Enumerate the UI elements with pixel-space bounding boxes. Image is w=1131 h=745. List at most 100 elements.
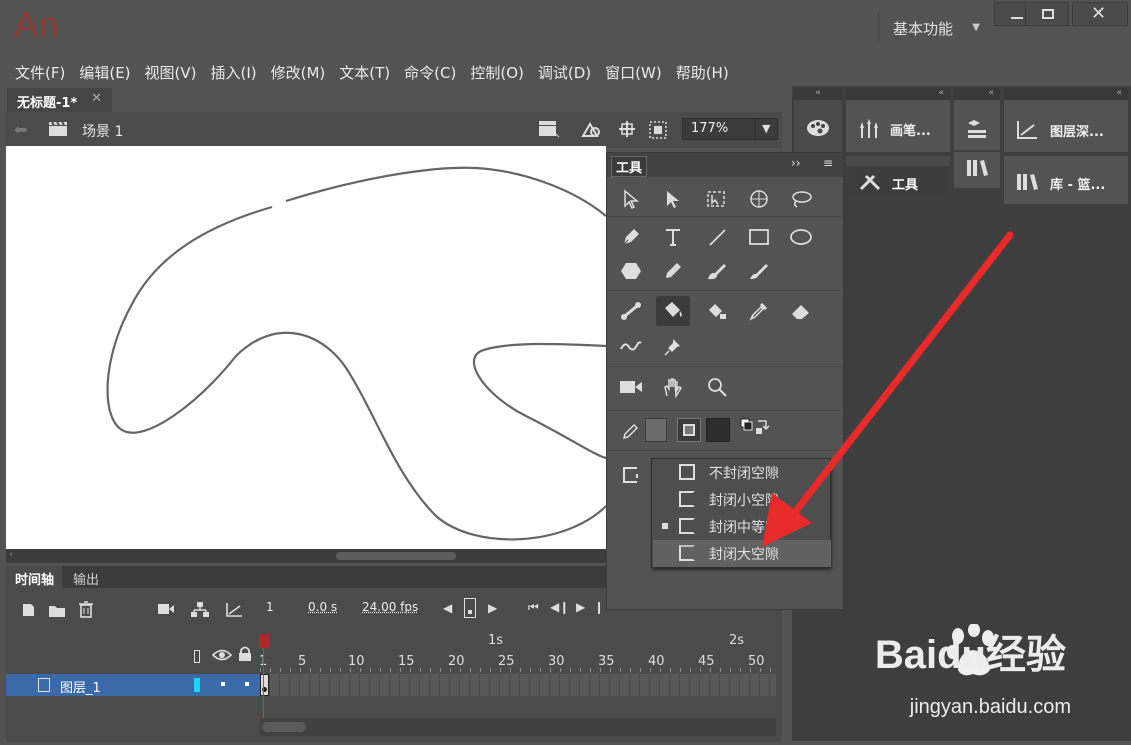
prev-keyframe-icon[interactable]: ◀: [443, 601, 452, 615]
current-time[interactable]: 0.0 s: [308, 600, 337, 614]
paint-brush-tool[interactable]: [702, 256, 732, 286]
subselection-tool[interactable]: [658, 184, 688, 214]
collapse-dock-icon[interactable]: «: [954, 88, 1000, 100]
lock-icon[interactable]: [238, 646, 252, 662]
bone-tool[interactable]: [616, 296, 646, 326]
menu-commands[interactable]: 命令(C): [397, 56, 463, 86]
scroll-left-icon[interactable]: ‹: [9, 549, 13, 560]
layer-name[interactable]: 图层_1: [60, 677, 101, 696]
frame-rate[interactable]: 24.00 fps: [362, 600, 418, 614]
layer-depth-icon: [1016, 120, 1038, 140]
layer-depth-icon[interactable]: [225, 602, 243, 618]
edit-scene-icon[interactable]: [538, 120, 560, 138]
tab-output[interactable]: 输出: [64, 566, 107, 588]
visibility-dot[interactable]: [221, 682, 225, 686]
stroke-color-swatch[interactable]: [645, 418, 667, 442]
width-tool[interactable]: [616, 332, 646, 362]
color-panel-button[interactable]: [794, 100, 842, 154]
collapse-dock-icon[interactable]: «: [846, 88, 950, 100]
menu-text[interactable]: 文本(T): [332, 56, 397, 86]
panel-menu-icon[interactable]: ≡: [823, 156, 833, 170]
menu-view[interactable]: 视图(V): [138, 56, 204, 86]
fill-color-swatch[interactable]: [706, 418, 730, 442]
new-layer-icon[interactable]: [20, 602, 36, 618]
menu-edit[interactable]: 编辑(E): [72, 56, 137, 86]
camera-tool[interactable]: [616, 372, 646, 402]
playhead-handle[interactable]: [259, 634, 269, 648]
zoom-tool[interactable]: [702, 372, 732, 402]
pin-icon: [664, 339, 680, 356]
watermark-url: jingyan.baidu.com: [909, 696, 1071, 718]
pin-tool[interactable]: [658, 332, 688, 362]
trash-icon[interactable]: [78, 601, 94, 618]
back-arrow-icon[interactable]: ⬅: [14, 120, 27, 139]
menu-control[interactable]: 控制(O): [463, 56, 531, 86]
hand-icon: [664, 378, 683, 398]
camera-icon[interactable]: [157, 603, 175, 615]
fill-mode-icon[interactable]: [677, 418, 701, 442]
workspace-switcher[interactable]: 基本功能 ▼: [878, 12, 990, 42]
workspace-label: 基本功能: [893, 20, 954, 38]
outline-toggle-icon[interactable]: [194, 650, 200, 663]
layer-depth-panel-button[interactable]: 图层深...: [1004, 100, 1128, 152]
gap-size-option[interactable]: [616, 460, 646, 490]
menu-debug[interactable]: 调试(D): [531, 56, 598, 86]
menu-file[interactable]: 文件(F): [8, 56, 72, 86]
zoom-select[interactable]: 177% ▼: [682, 118, 778, 140]
step-forward-icon[interactable]: ❙: [594, 600, 604, 614]
stage-horizontal-scrollbar[interactable]: ‹: [6, 549, 606, 563]
library-panel-button[interactable]: 库 - 篮...: [1004, 156, 1128, 204]
free-transform-tool[interactable]: [702, 184, 732, 214]
stage-canvas[interactable]: [6, 146, 606, 549]
next-keyframe-icon[interactable]: ▶: [488, 601, 497, 615]
close-window-button[interactable]: ✕: [1072, 2, 1128, 26]
timeline-hscroll[interactable]: [260, 718, 776, 736]
new-folder-icon[interactable]: [48, 603, 66, 618]
hand-tool[interactable]: [658, 372, 688, 402]
stroke-color-tool[interactable]: [616, 416, 646, 446]
lock-dot[interactable]: [245, 682, 249, 686]
play-icon[interactable]: ▶: [576, 600, 585, 614]
layer-color-swatch[interactable]: [194, 678, 200, 692]
collapse-dock-icon[interactable]: «: [794, 88, 842, 100]
collapse-dock-icon[interactable]: «: [1004, 88, 1128, 100]
menu-window[interactable]: 窗口(W): [598, 56, 669, 86]
ink-bottle-tool[interactable]: [702, 296, 732, 326]
parent-layer-icon[interactable]: [190, 601, 210, 618]
step-back-icon[interactable]: ◀❙: [550, 600, 569, 614]
goto-first-frame-icon[interactable]: ⏮: [528, 600, 539, 615]
brush-panel-button[interactable]: 画笔...: [846, 100, 950, 152]
tab-timeline[interactable]: 时间轴: [6, 566, 63, 588]
3d-rotation-tool[interactable]: [744, 184, 774, 214]
library-mini-button[interactable]: [954, 152, 1000, 188]
center-stage-icon[interactable]: [618, 120, 636, 138]
frame-cells[interactable]: [260, 674, 776, 696]
scrollbar-thumb[interactable]: [336, 552, 456, 560]
line-tool[interactable]: [702, 222, 732, 252]
polystar-tool[interactable]: [616, 256, 646, 286]
paint-bucket-tool[interactable]: [656, 296, 690, 326]
pencil-tool[interactable]: [658, 256, 688, 286]
playhead-line: [263, 648, 264, 720]
selection-tool[interactable]: [616, 184, 646, 214]
insert-keyframe-icon[interactable]: [464, 598, 476, 618]
document-tab[interactable]: 无标题-1* ✕: [7, 88, 112, 112]
eye-icon[interactable]: [212, 648, 232, 662]
close-tab-icon[interactable]: ✕: [91, 91, 102, 106]
tools-panel-header[interactable]: 工具 ›› ≡: [607, 153, 843, 177]
keyframe-1[interactable]: [260, 674, 269, 696]
clip-content-icon[interactable]: [648, 120, 668, 140]
ruler-frame-label: 20: [448, 654, 465, 669]
maximize-button[interactable]: [1025, 2, 1069, 26]
edit-symbol-icon[interactable]: [580, 120, 604, 140]
tools-panel-button[interactable]: 工具: [850, 168, 946, 196]
3d-panel-button[interactable]: [954, 100, 1000, 150]
layer-row[interactable]: 图层_1: [6, 674, 260, 696]
text-tool[interactable]: [658, 222, 688, 252]
menu-help[interactable]: 帮助(H): [669, 56, 736, 86]
menu-modify[interactable]: 修改(M): [264, 56, 333, 86]
pen-tool[interactable]: [616, 222, 646, 252]
menu-insert[interactable]: 插入(I): [204, 56, 264, 86]
expand-panel-icon[interactable]: ››: [791, 156, 801, 170]
lasso-tool[interactable]: [786, 184, 816, 214]
